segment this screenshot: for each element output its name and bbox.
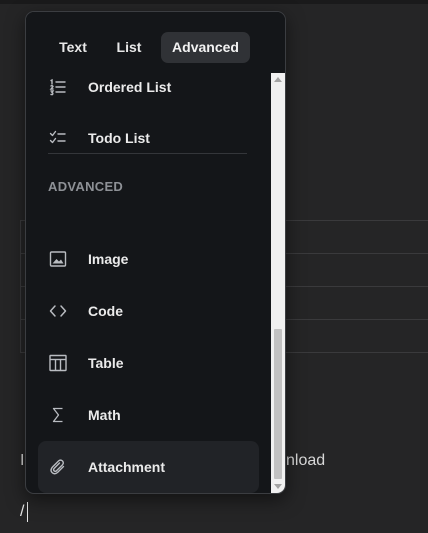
menu-item-attachment[interactable]: Attachment xyxy=(38,441,259,493)
menu-scrollbar[interactable] xyxy=(271,73,285,493)
slash-command-menu: Text List Advanced Ordered List Todo Lis… xyxy=(25,11,286,494)
menu-item-label: Attachment xyxy=(88,459,166,475)
text-caret xyxy=(27,502,28,522)
menu-item-image[interactable]: Image xyxy=(38,233,259,285)
menu-item-label: Math xyxy=(88,407,121,423)
scrollbar-thumb[interactable] xyxy=(274,329,282,479)
menu-item-todo-list[interactable]: Todo List xyxy=(38,112,259,164)
sigma-icon xyxy=(48,405,68,425)
ordered-list-icon xyxy=(48,77,68,97)
scroll-down-arrow-icon[interactable] xyxy=(274,484,282,489)
image-icon xyxy=(48,249,68,269)
menu-item-label: Image xyxy=(88,251,129,267)
section-divider xyxy=(48,153,247,154)
slash-command-text[interactable]: / xyxy=(20,503,24,521)
code-icon xyxy=(48,301,68,321)
menu-item-label: Ordered List xyxy=(88,79,172,95)
menu-item-label: Table xyxy=(88,355,124,371)
paperclip-icon xyxy=(48,457,68,477)
menu-item-label: Code xyxy=(88,303,123,319)
top-bar xyxy=(0,0,428,4)
menu-tabs: Text List Advanced xyxy=(26,12,285,73)
menu-item-math[interactable]: Math xyxy=(38,389,259,441)
table-icon xyxy=(48,353,68,373)
menu-item-ordered-list[interactable]: Ordered List xyxy=(38,73,259,113)
tab-advanced[interactable]: Advanced xyxy=(161,32,250,63)
menu-item-code[interactable]: Code xyxy=(38,285,259,337)
section-title: ADVANCED xyxy=(48,179,124,194)
menu-item-table[interactable]: Table xyxy=(38,337,259,389)
tab-list[interactable]: List xyxy=(108,32,150,63)
todo-list-icon xyxy=(48,128,68,148)
editor-text-right: nload xyxy=(286,452,326,469)
scroll-up-arrow-icon[interactable] xyxy=(274,77,282,82)
menu-list: Ordered List Todo List ADVANCED Image Co… xyxy=(26,73,285,493)
menu-item-label: Todo List xyxy=(88,130,150,146)
tab-text[interactable]: Text xyxy=(50,32,96,63)
